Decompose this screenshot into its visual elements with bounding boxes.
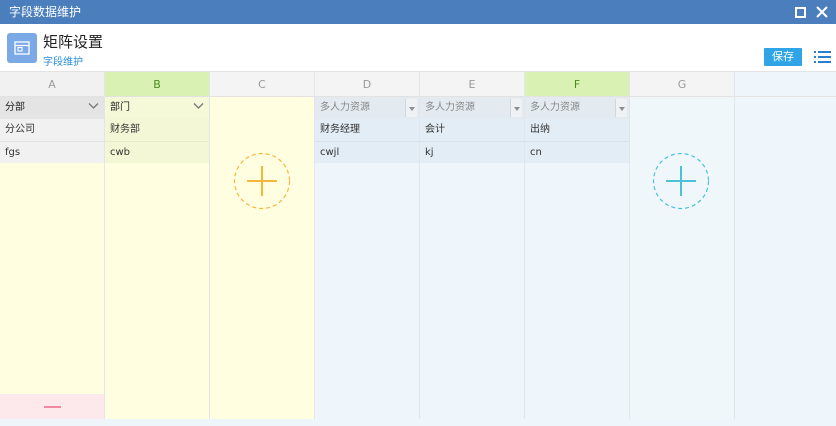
maximize-icon[interactable] [795,7,806,18]
add-result-button[interactable] [652,152,710,210]
column-a: A 分部 分公司 fgs [0,72,105,419]
column-letter-g[interactable]: G [630,72,734,97]
grid-empty-header [735,72,836,97]
field-select-f[interactable]: 多人力资源 [525,97,629,119]
matrix-grid: A 分部 分公司 fgs B 部门 财务部 cwb C D 多人力资源 财务经理 [0,72,836,426]
column-g: G [630,72,735,419]
cell-d-1[interactable]: 财务经理 [315,119,419,141]
field-select-b[interactable]: 部门 [105,97,209,119]
page-subtitle-link[interactable]: 字段维护 [43,53,83,68]
cell-d-2[interactable]: cwjl [315,141,419,163]
dropdown-arrow-icon [615,99,627,117]
cell-f-2[interactable]: cn [525,141,629,163]
list-menu-icon[interactable] [814,50,831,64]
column-letter-f[interactable]: F [525,72,629,97]
cell-f-1[interactable]: 出纳 [525,119,629,141]
column-letter-b[interactable]: B [105,72,209,97]
cell-a-2[interactable]: fgs [0,141,104,163]
cell-e-1[interactable]: 会计 [420,119,524,141]
cell-e-2[interactable]: kj [420,141,524,163]
window-titlebar: 字段数据维护 [0,0,836,24]
field-label: 分部 [5,102,25,113]
cell-b-1[interactable]: 财务部 [105,119,209,141]
matrix-icon [7,33,37,63]
field-select-a[interactable]: 分部 [0,97,104,119]
remove-column-button[interactable] [0,394,104,419]
close-icon[interactable] [814,4,830,20]
column-letter-c[interactable]: C [210,72,314,97]
column-d: D 多人力资源 财务经理 cwjl [315,72,420,419]
save-button[interactable]: 保存 [764,48,802,66]
cell-b-2[interactable]: cwb [105,141,209,163]
page-title: 矩阵设置 [43,33,104,51]
chevron-down-icon [88,103,99,109]
field-label: 多人力资源 [425,102,475,113]
dropdown-arrow-icon [405,99,417,117]
column-b: B 部门 财务部 cwb [105,72,210,419]
cell-a-1[interactable]: 分公司 [0,119,104,141]
window-title: 字段数据维护 [9,5,82,19]
field-select-e[interactable]: 多人力资源 [420,97,524,119]
dropdown-arrow-icon [510,99,522,117]
field-label: 部门 [110,102,130,113]
column-c: C [210,72,315,419]
column-letter-d[interactable]: D [315,72,419,97]
chevron-down-icon [193,103,204,109]
page-header: 矩阵设置 字段维护 保存 [0,24,836,72]
column-letter-e[interactable]: E [420,72,524,97]
column-e: E 多人力资源 会计 kj [420,72,525,419]
add-condition-button[interactable] [233,152,291,210]
column-letter-a[interactable]: A [0,72,104,97]
field-select-d[interactable]: 多人力资源 [315,97,419,119]
field-label: 多人力资源 [530,102,580,113]
field-label: 多人力资源 [320,102,370,113]
column-f: F 多人力资源 出纳 cn [525,72,630,419]
